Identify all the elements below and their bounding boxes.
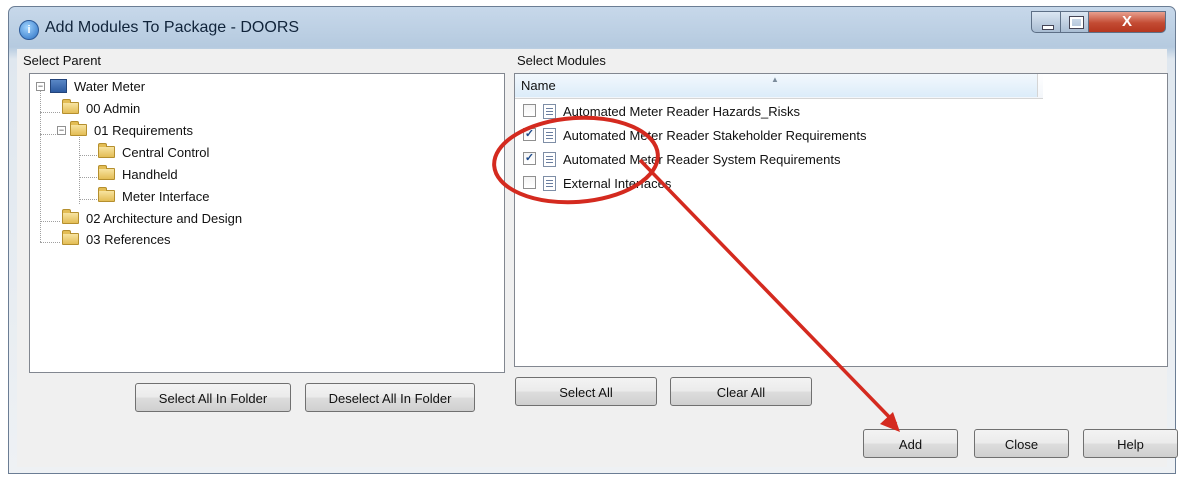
- tree-item-label: Meter Interface: [122, 189, 210, 204]
- module-checkbox[interactable]: [523, 104, 536, 117]
- formal-module-icon: [543, 104, 556, 119]
- collapse-requirements-icon[interactable]: −: [57, 126, 66, 135]
- close-window-button[interactable]: X: [1088, 11, 1166, 33]
- tree-connector: [40, 242, 60, 243]
- select-modules-label: Select Modules: [517, 53, 606, 68]
- tree-connector: [79, 132, 80, 204]
- close-icon: X: [1121, 13, 1132, 30]
- tree-connector: [40, 221, 60, 222]
- module-checkbox-checked[interactable]: ✓: [523, 152, 536, 165]
- deselect-all-in-folder-button[interactable]: Deselect All In Folder: [305, 383, 475, 412]
- select-parent-label: Select Parent: [23, 53, 102, 68]
- minimize-button[interactable]: [1031, 11, 1061, 33]
- parent-tree[interactable]: − Water Meter 00 Admin − 01 Requirements…: [29, 73, 505, 373]
- tree-connector: [40, 112, 60, 113]
- folder-icon: [62, 230, 79, 245]
- module-name: Automated Meter Reader System Requiremen…: [563, 152, 841, 167]
- select-all-in-folder-button[interactable]: Select All In Folder: [135, 383, 291, 412]
- module-checkbox-checked[interactable]: ✓: [523, 128, 536, 141]
- add-button[interactable]: Add: [863, 429, 958, 458]
- formal-module-icon: [543, 152, 556, 167]
- tree-item-label: 00 Admin: [86, 101, 141, 116]
- modules-list[interactable]: Name ▲ Automated Meter Reader Hazards_Ri…: [514, 73, 1168, 367]
- folder-icon: [62, 99, 79, 114]
- formal-module-icon: [543, 128, 556, 143]
- folder-icon: [62, 209, 79, 224]
- tree-item-label: Water Meter: [74, 79, 146, 94]
- formal-module-icon: [543, 176, 556, 191]
- title-bar[interactable]: i Add Modules To Package - DOORS X: [9, 7, 1175, 49]
- module-checkbox[interactable]: [523, 176, 536, 189]
- tree-item-label: 01 Requirements: [94, 123, 193, 138]
- maximize-button[interactable]: [1060, 11, 1089, 33]
- window-title: Add Modules To Package - DOORS: [45, 19, 300, 36]
- list-header: Name ▲: [515, 74, 1043, 99]
- tree-item-label: Handheld: [122, 167, 178, 182]
- select-all-button[interactable]: Select All: [515, 377, 657, 406]
- tree-item-label: 02 Architecture and Design: [86, 211, 243, 226]
- name-column-label: Name: [521, 78, 556, 93]
- add-modules-dialog: i Add Modules To Package - DOORS X Selec…: [8, 6, 1178, 474]
- folder-icon: [98, 165, 115, 180]
- dialog-client-area: Select Parent − Water Meter 00 Admin − 0…: [17, 49, 1178, 467]
- module-name: Automated Meter Reader Hazards_Risks: [563, 104, 800, 119]
- collapse-water-meter-icon[interactable]: −: [36, 82, 45, 91]
- folder-icon: [98, 187, 115, 202]
- clear-all-button[interactable]: Clear All: [670, 377, 812, 406]
- folder-icon: [98, 143, 115, 158]
- doors-app-icon: i: [19, 20, 39, 40]
- help-button[interactable]: Help: [1083, 429, 1178, 458]
- module-name: Automated Meter Reader Stakeholder Requi…: [563, 128, 867, 143]
- folder-open-icon: [70, 121, 87, 136]
- tree-connector: [79, 177, 97, 178]
- name-column-header[interactable]: Name ▲: [515, 74, 1038, 97]
- sort-ascending-icon: ▲: [771, 75, 779, 84]
- module-name: External Interfaces: [563, 176, 672, 191]
- tree-connector: [79, 155, 97, 156]
- tree-item-label: Central Control: [122, 145, 210, 160]
- tree-connector: [79, 199, 97, 200]
- database-icon: [50, 79, 67, 93]
- tree-item-label: 03 References: [86, 232, 171, 247]
- close-button[interactable]: Close: [974, 429, 1069, 458]
